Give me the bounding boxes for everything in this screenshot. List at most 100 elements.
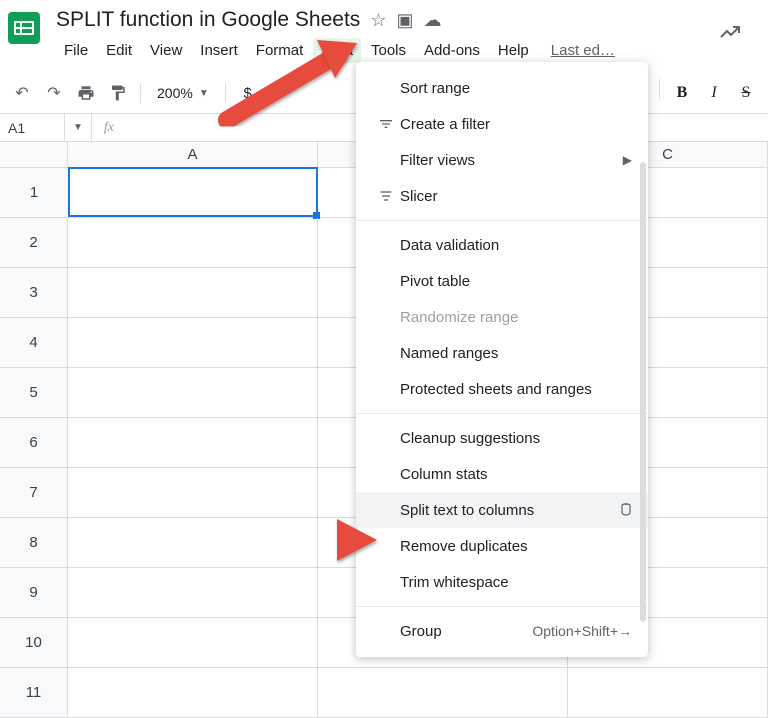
menu-item-protected-sheets-and-ranges[interactable]: Protected sheets and ranges — [356, 371, 648, 407]
menu-item-label: Slicer — [400, 188, 632, 205]
menu-item-label: Pivot table — [400, 273, 632, 290]
data-menu-dropdown: Sort range Create a filter Filter views▶ Sl… — [356, 62, 648, 657]
currency-button[interactable]: $ — [234, 79, 262, 107]
menu-item-label: Remove duplicates — [400, 538, 632, 555]
row-header[interactable]: 7 — [0, 468, 68, 517]
menu-item-trim-whitespace[interactable]: Trim whitespace — [356, 564, 648, 600]
menu-item-label: Create a filter — [400, 116, 632, 133]
undo-button[interactable]: ↶ — [8, 79, 36, 107]
menu-data[interactable]: Data — [313, 38, 361, 63]
cell-a1[interactable] — [68, 167, 318, 217]
menu-format[interactable]: Format — [248, 38, 312, 63]
zoom-value: 200% — [157, 85, 193, 101]
menu-item-pivot-table[interactable]: Pivot table — [356, 263, 648, 299]
row-header[interactable]: 10 — [0, 618, 68, 667]
toolbar-separator — [225, 83, 226, 103]
menu-item-label: Split text to columns — [400, 502, 604, 519]
menu-item-label: Filter views — [400, 152, 623, 169]
cloud-icon[interactable]: ☁ — [423, 10, 441, 31]
menu-item-named-ranges[interactable]: Named ranges — [356, 335, 648, 371]
cell[interactable] — [68, 368, 318, 417]
menu-item-randomize-range: Randomize range — [356, 299, 648, 335]
menu-item-column-stats[interactable]: Column stats — [356, 456, 648, 492]
row-header[interactable]: 6 — [0, 418, 68, 467]
menu-item-data-validation[interactable]: Data validation — [356, 227, 648, 263]
row-header[interactable]: 5 — [0, 368, 68, 417]
cell[interactable] — [68, 268, 318, 317]
menu-item-group[interactable]: GroupOption+Shift+→ — [356, 613, 648, 649]
keyboard-shortcut: Option+Shift+→ — [532, 623, 632, 639]
bold-button[interactable]: B — [668, 79, 696, 107]
cell[interactable] — [318, 668, 568, 717]
move-icon[interactable]: ▣ — [396, 10, 413, 31]
filter-icon — [372, 116, 400, 132]
menu-item-label: Trim whitespace — [400, 574, 632, 591]
cell[interactable] — [68, 418, 318, 467]
menu-item-create-a-filter[interactable]: Create a filter — [356, 106, 648, 142]
menu-separator — [356, 606, 648, 607]
cell[interactable] — [568, 668, 768, 717]
name-box-dropdown[interactable]: ▼ — [65, 114, 92, 141]
menu-item-label: Column stats — [400, 466, 632, 483]
activity-icon[interactable] — [718, 20, 742, 50]
toolbar-separator — [659, 79, 660, 99]
chevron-down-icon: ▼ — [199, 88, 209, 99]
cell[interactable] — [68, 568, 318, 617]
menu-help[interactable]: Help — [490, 38, 537, 63]
header: SPLIT function in Google Sheets ☆ ▣ ☁ Fi… — [0, 0, 768, 63]
menu-item-label: Sort range — [400, 80, 632, 97]
cell[interactable] — [68, 668, 318, 717]
menu-item-label: Named ranges — [400, 345, 632, 362]
menu-separator — [356, 220, 648, 221]
row-header[interactable]: 11 — [0, 668, 68, 717]
strike-button[interactable]: S — [732, 79, 760, 107]
menu-view[interactable]: View — [142, 38, 190, 63]
document-title[interactable]: SPLIT function in Google Sheets — [56, 8, 360, 32]
row-header[interactable]: 1 — [0, 168, 69, 217]
menu-item-label: Data validation — [400, 237, 632, 254]
sheets-logo[interactable] — [8, 12, 48, 52]
menu-addons[interactable]: Add-ons — [416, 38, 488, 63]
redo-button[interactable]: ↷ — [40, 79, 68, 107]
toolbar-separator — [140, 83, 141, 103]
menu-file[interactable]: File — [56, 38, 96, 63]
submenu-arrow-icon: ▶ — [623, 153, 632, 167]
menu-item-label: Group — [400, 623, 532, 640]
row-header[interactable]: 3 — [0, 268, 68, 317]
dropdown-scrollbar[interactable] — [640, 162, 646, 622]
select-all-corner[interactable] — [0, 142, 68, 167]
cursor-icon — [620, 502, 632, 519]
menu-bar: File Edit View Insert Format Data Tools … — [56, 36, 718, 63]
menu-item-remove-duplicates[interactable]: Remove duplicates — [356, 528, 648, 564]
menu-item-label: Cleanup suggestions — [400, 430, 632, 447]
cell[interactable] — [68, 468, 318, 517]
paint-format-button[interactable] — [104, 79, 132, 107]
zoom-selector[interactable]: 200% ▼ — [149, 85, 217, 101]
menu-item-sort-range[interactable]: Sort range — [356, 70, 648, 106]
fx-label: fx — [92, 120, 126, 136]
menu-item-label: Randomize range — [400, 309, 632, 326]
star-icon[interactable]: ☆ — [370, 10, 386, 31]
italic-button[interactable]: I — [700, 79, 728, 107]
menu-item-split-text-to-columns[interactable]: Split text to columns — [356, 492, 648, 528]
row-header[interactable]: 2 — [0, 218, 68, 267]
menu-separator — [356, 413, 648, 414]
cell[interactable] — [68, 518, 318, 567]
menu-item-filter-views[interactable]: Filter views▶ — [356, 142, 648, 178]
row-header[interactable]: 8 — [0, 518, 68, 567]
print-button[interactable] — [72, 79, 100, 107]
menu-tools[interactable]: Tools — [363, 38, 414, 63]
name-box[interactable]: A1 — [0, 114, 65, 141]
menu-edit[interactable]: Edit — [98, 38, 140, 63]
row-header[interactable]: 9 — [0, 568, 68, 617]
menu-insert[interactable]: Insert — [192, 38, 246, 63]
cell[interactable] — [68, 218, 318, 267]
cell[interactable] — [68, 618, 318, 667]
slicer-icon — [372, 188, 400, 204]
row-header[interactable]: 4 — [0, 318, 68, 367]
menu-item-cleanup-suggestions[interactable]: Cleanup suggestions — [356, 420, 648, 456]
menu-item-slicer[interactable]: Slicer — [356, 178, 648, 214]
column-header-a[interactable]: A — [68, 142, 318, 167]
cell[interactable] — [68, 318, 318, 367]
last-edit-link[interactable]: Last ed… — [543, 38, 623, 63]
